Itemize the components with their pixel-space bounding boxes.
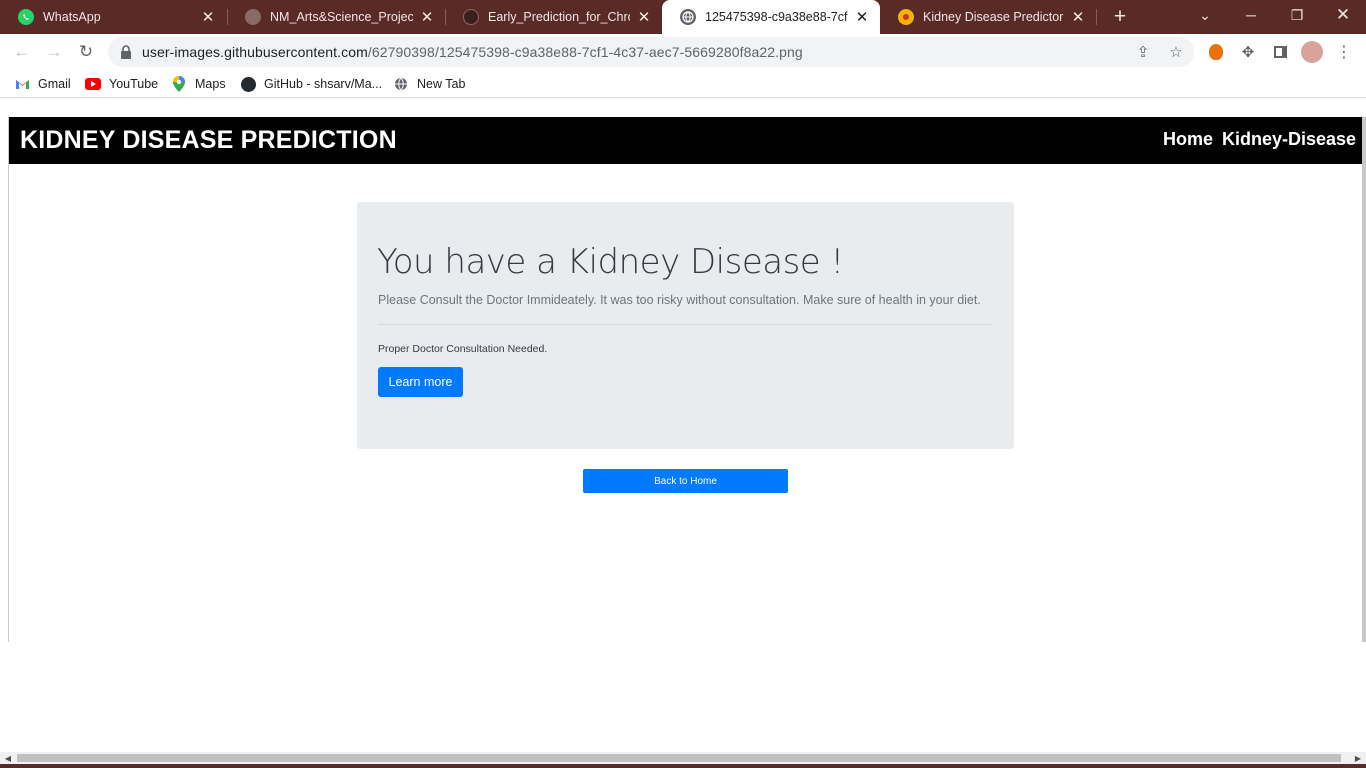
url-host: user-images.githubusercontent.com (142, 44, 368, 60)
tab-whatsapp[interactable]: WhatsApp ✕ (0, 0, 226, 34)
side-panel-icon[interactable] (1270, 42, 1290, 62)
globe-icon (680, 9, 696, 25)
nav-link-home[interactable]: Home (1163, 129, 1213, 150)
tab-title: 125475398-c9a38e88-7cf1-4c (705, 10, 848, 24)
profile-avatar[interactable] (1301, 41, 1323, 63)
minimize-icon[interactable]: ─ (1228, 0, 1274, 30)
globe-icon (245, 9, 261, 25)
github-icon (463, 9, 479, 25)
bookmark-label: YouTube (109, 77, 159, 91)
page-viewport: KIDNEY DISEASE PREDICTION Home Kidney-Di… (0, 103, 1366, 752)
scrollbar-thumb[interactable] (17, 754, 1341, 762)
divider (378, 324, 993, 325)
url-path: /62790398/125475398-c9a38e88-7cf1-4c37-a… (367, 44, 803, 60)
bookmark-maps[interactable]: Maps (171, 75, 226, 93)
close-tab-icon[interactable]: ✕ (636, 9, 652, 26)
maps-pin-icon (171, 76, 187, 92)
tab-title: WhatsApp (43, 10, 101, 24)
tab-separator (1096, 9, 1097, 25)
site-brand[interactable]: KIDNEY DISEASE PREDICTION (20, 126, 397, 155)
github-icon (240, 76, 256, 92)
menu-kebab-icon[interactable]: ⋮ (1334, 42, 1354, 62)
learn-more-button[interactable]: Learn more (378, 367, 463, 397)
close-tab-icon[interactable]: ✕ (854, 9, 870, 26)
tab-title: NM_Arts&Science_Project_D (270, 10, 413, 24)
tab-strip: WhatsApp ✕ NM_Arts&Science_Project_D ✕ E… (0, 0, 1366, 34)
result-lead-text: Please Consult the Doctor Immideately. I… (378, 293, 981, 307)
scroll-right-icon[interactable]: ▶ (1352, 752, 1364, 764)
window-bottom-edge (0, 764, 1366, 768)
site-navbar: KIDNEY DISEASE PREDICTION Home Kidney-Di… (9, 117, 1362, 164)
bookmark-github[interactable]: GitHub - shsarv/Ma... (240, 75, 382, 93)
tab-search-icon[interactable]: ⌄ (1182, 0, 1228, 30)
address-bar[interactable]: user-images.githubusercontent.com/627903… (108, 37, 1194, 67)
forward-icon[interactable]: → (41, 39, 67, 65)
restore-icon[interactable]: ❐ (1274, 0, 1320, 30)
vertical-scrollbar[interactable] (1362, 117, 1366, 642)
close-window-icon[interactable]: ✕ (1320, 0, 1366, 30)
result-note: Proper Doctor Consultation Needed. (378, 343, 548, 355)
bookmark-gmail[interactable]: Gmail (14, 75, 71, 93)
nav-link-kidney-disease[interactable]: Kidney-Disease (1222, 129, 1356, 150)
result-jumbotron: You have a Kidney Disease ! Please Consu… (357, 202, 1014, 449)
page-border (8, 117, 9, 642)
bookmark-youtube[interactable]: YouTube (85, 75, 158, 93)
youtube-icon (85, 76, 101, 92)
close-tab-icon[interactable]: ✕ (1070, 9, 1086, 26)
back-to-home-button[interactable]: Back to Home (583, 469, 788, 493)
url-text: user-images.githubusercontent.com/627903… (142, 44, 803, 60)
back-icon[interactable]: ← (9, 39, 35, 65)
gmail-icon (14, 76, 30, 92)
extension-fire-icon[interactable] (1206, 42, 1226, 62)
new-tab-button[interactable]: + (1108, 5, 1132, 29)
bookmark-new-tab[interactable]: New Tab (393, 75, 465, 93)
extensions-puzzle-icon[interactable]: ✥ (1238, 42, 1258, 62)
tab-image[interactable]: 125475398-c9a38e88-7cf1-4c ✕ (662, 0, 880, 34)
tab-project[interactable]: NM_Arts&Science_Project_D ✕ (227, 0, 445, 34)
scroll-left-icon[interactable]: ◀ (2, 752, 14, 764)
bookmark-label: Maps (195, 77, 226, 91)
browser-toolbar: ← → ↻ user-images.githubusercontent.com/… (0, 34, 1366, 70)
reload-icon[interactable]: ↻ (73, 39, 99, 65)
bookmark-label: New Tab (417, 77, 466, 91)
bookmark-star-icon[interactable]: ☆ (1166, 42, 1186, 62)
tab-title: Early_Prediction_for_Chronic (488, 10, 630, 24)
bookmark-label: Gmail (38, 77, 71, 91)
tab-kidney-predictor[interactable]: Kidney Disease Predictor ✕ (880, 0, 1096, 34)
bookmark-label: GitHub - shsarv/Ma... (264, 77, 383, 91)
app-icon (898, 9, 914, 25)
whatsapp-icon (18, 9, 34, 25)
tab-github[interactable]: Early_Prediction_for_Chronic ✕ (445, 0, 662, 34)
share-icon[interactable]: ⇪ (1133, 42, 1153, 62)
globe-icon (393, 76, 409, 92)
lock-icon (121, 45, 131, 59)
tab-title: Kidney Disease Predictor (923, 10, 1064, 24)
close-tab-icon[interactable]: ✕ (200, 9, 216, 26)
result-heading: You have a Kidney Disease ! (377, 242, 844, 282)
horizontal-scrollbar[interactable]: ◀ ▶ (0, 752, 1366, 764)
bookmarks-bar: Gmail YouTube Maps GitHub - shsarv/Ma...… (0, 70, 1366, 98)
close-tab-icon[interactable]: ✕ (419, 9, 435, 26)
